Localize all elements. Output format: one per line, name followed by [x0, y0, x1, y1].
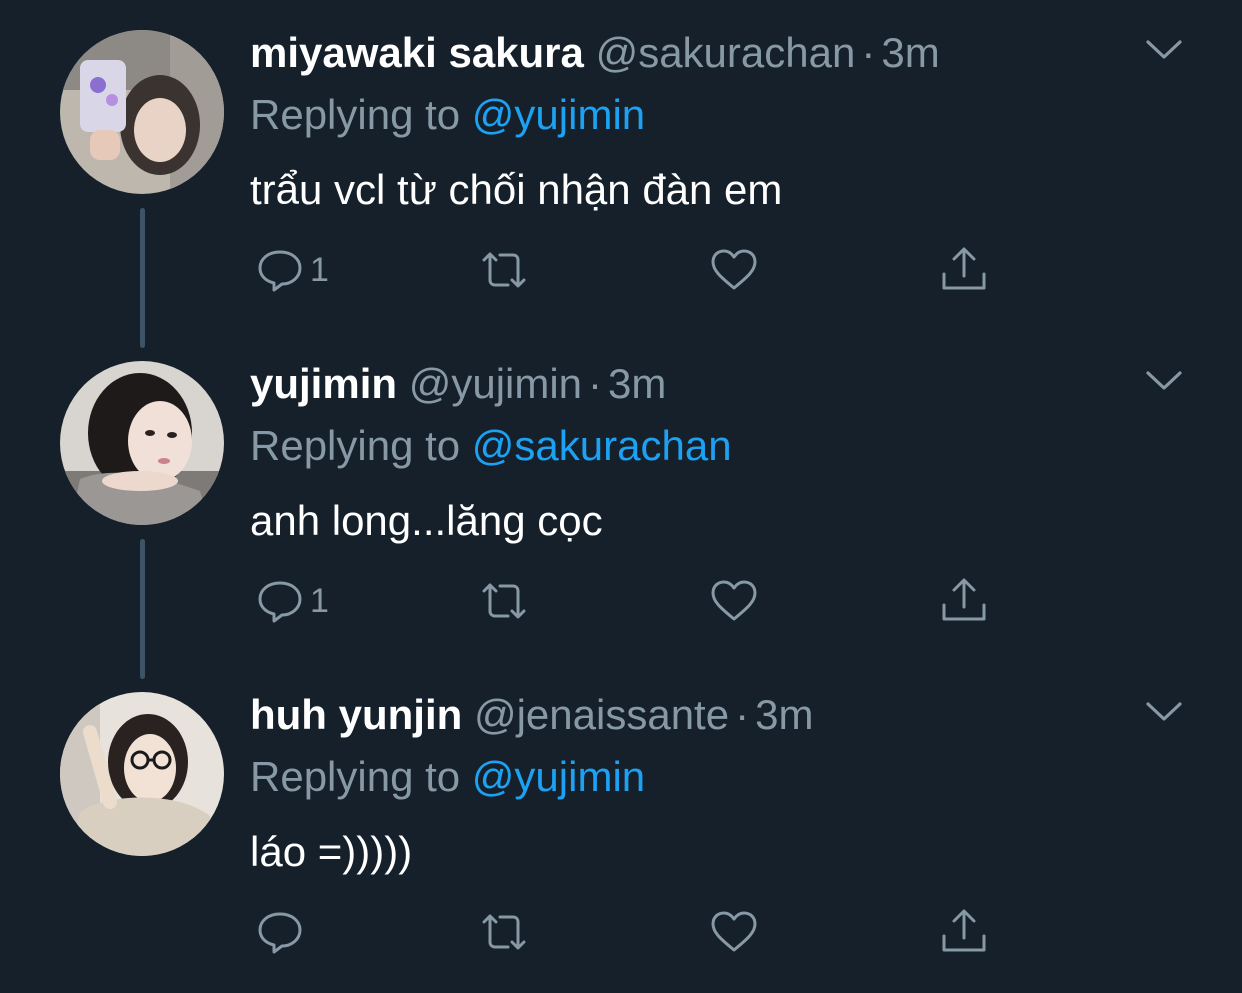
- share-icon: [942, 578, 986, 621]
- reply-icon: [258, 581, 302, 623]
- like-button[interactable]: [708, 571, 760, 631]
- retweet-icon: [482, 583, 526, 619]
- like-icon: [711, 249, 757, 290]
- timestamp[interactable]: 3m: [608, 360, 666, 407]
- separator-dot: ·: [588, 360, 603, 407]
- tweet-header: huh yunjin @jenaissante · 3m: [250, 688, 813, 742]
- reply-count: 1: [310, 250, 329, 289]
- user-handle[interactable]: @jenaissante: [474, 691, 729, 738]
- reply-icon: [258, 912, 302, 954]
- share-icon: [942, 909, 986, 952]
- retweet-button[interactable]: [478, 240, 530, 300]
- thread-connector-line: [140, 539, 145, 679]
- chevron-down-icon[interactable]: [1144, 365, 1184, 395]
- retweet-button[interactable]: [478, 571, 530, 631]
- reply-button[interactable]: 1: [254, 240, 329, 300]
- avatar[interactable]: [60, 692, 224, 856]
- tweet-header: miyawaki sakura @sakurachan · 3m: [250, 26, 940, 80]
- replying-to-label: Replying to: [250, 91, 461, 138]
- reply-button[interactable]: 1: [254, 571, 329, 631]
- tweet-text: anh long...lăng cọc: [250, 497, 603, 544]
- like-icon: [711, 911, 757, 952]
- share-button[interactable]: [938, 240, 990, 300]
- replying-to-label: Replying to: [250, 422, 461, 469]
- tweet-actions: 1: [250, 240, 1010, 300]
- tweet-actions: [250, 902, 1010, 962]
- display-name[interactable]: yujimin: [250, 360, 397, 407]
- tweet[interactable]: huh yunjin @jenaissante · 3m Replying to @…: [0, 662, 1242, 993]
- like-button[interactable]: [708, 240, 760, 300]
- replying-to-link[interactable]: @yujimin: [472, 753, 645, 800]
- chevron-down-icon[interactable]: [1144, 34, 1184, 64]
- reply-button[interactable]: [254, 902, 310, 962]
- separator-dot: ·: [735, 691, 750, 738]
- replying-to-link[interactable]: @sakurachan: [472, 422, 732, 469]
- timestamp[interactable]: 3m: [755, 691, 813, 738]
- like-icon: [711, 580, 757, 621]
- avatar[interactable]: [60, 361, 224, 525]
- separator-dot: ·: [861, 29, 876, 76]
- replying-to: Replying to @yujimin: [250, 750, 645, 804]
- display-name[interactable]: miyawaki sakura: [250, 29, 584, 76]
- like-button[interactable]: [708, 902, 760, 962]
- avatar[interactable]: [60, 30, 224, 194]
- share-button[interactable]: [938, 571, 990, 631]
- user-handle[interactable]: @yujimin: [409, 360, 582, 407]
- replying-to-link[interactable]: @yujimin: [472, 91, 645, 138]
- share-icon: [942, 247, 986, 290]
- tweet-text: láo =))))): [250, 828, 413, 875]
- tweet[interactable]: miyawaki sakura @sakurachan · 3m Replying …: [0, 0, 1242, 348]
- display-name[interactable]: huh yunjin: [250, 691, 462, 738]
- tweet-text: trẩu vcl từ chối nhận đàn em: [250, 166, 783, 213]
- thread-connector-line: [140, 208, 145, 348]
- timestamp[interactable]: 3m: [881, 29, 939, 76]
- tweet-actions: 1: [250, 571, 1010, 631]
- reply-icon: [258, 250, 302, 292]
- reply-count: 1: [310, 581, 329, 620]
- replying-to-label: Replying to: [250, 753, 461, 800]
- replying-to: Replying to @sakurachan: [250, 419, 732, 473]
- retweet-icon: [482, 252, 526, 288]
- tweet-header: yujimin @yujimin · 3m: [250, 357, 666, 411]
- retweet-button[interactable]: [478, 902, 530, 962]
- retweet-icon: [482, 914, 526, 950]
- chevron-down-icon[interactable]: [1144, 696, 1184, 726]
- replying-to: Replying to @yujimin: [250, 88, 645, 142]
- tweet[interactable]: yujimin @yujimin · 3m Replying to @sakurac…: [0, 331, 1242, 679]
- share-button[interactable]: [938, 902, 990, 962]
- user-handle[interactable]: @sakurachan: [596, 29, 856, 76]
